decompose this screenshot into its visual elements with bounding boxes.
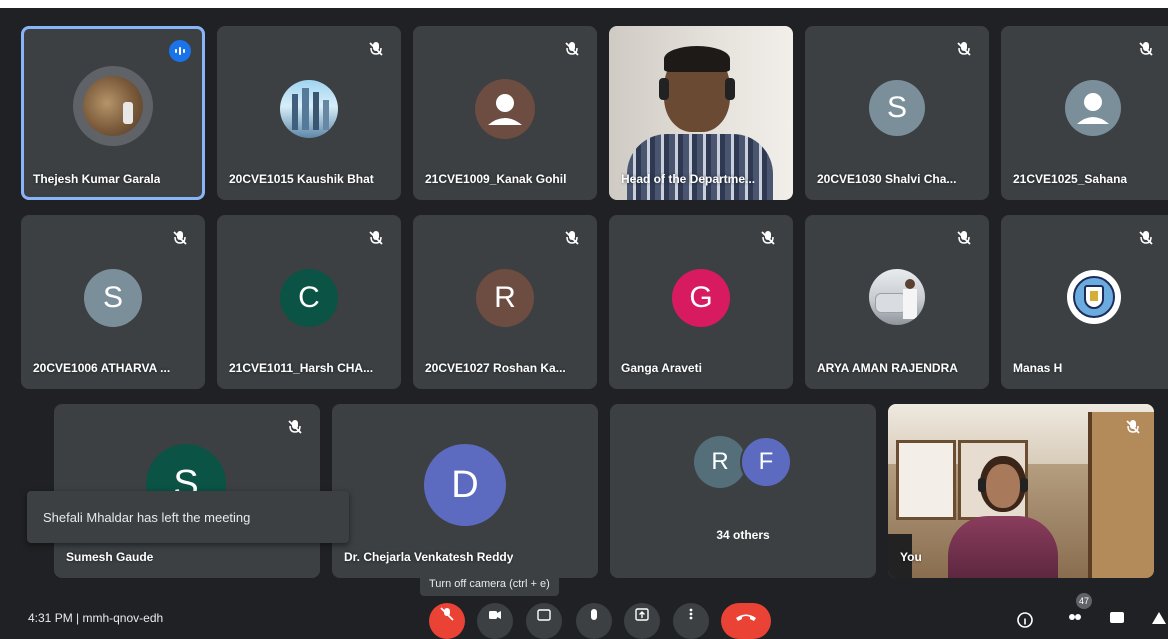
participant-tile[interactable]: G Ganga Araveti bbox=[609, 215, 793, 389]
initial-avatar: C bbox=[280, 269, 338, 327]
participant-name: 20CVE1015 Kaushik Bhat bbox=[229, 172, 374, 186]
meeting-info: 4:31 PM | mmh-qnov-edh bbox=[28, 611, 164, 625]
default-avatar-icon bbox=[475, 79, 535, 139]
mic-off-icon bbox=[565, 231, 579, 245]
club-crest-icon bbox=[1067, 270, 1121, 324]
hand-icon bbox=[591, 609, 597, 620]
participant-name: You bbox=[900, 550, 922, 564]
default-avatar-icon bbox=[1065, 80, 1121, 136]
speaking-indicator-icon bbox=[169, 40, 191, 62]
more-vert-icon bbox=[689, 608, 693, 620]
mic-off-icon bbox=[1139, 231, 1153, 245]
initial-avatar: S bbox=[869, 80, 925, 136]
participant-tile[interactable]: C 21CVE1011_Harsh CHA... bbox=[217, 215, 401, 389]
participant-tile[interactable]: Manas H bbox=[1001, 215, 1168, 389]
mic-off-icon bbox=[565, 42, 579, 56]
more-options-button[interactable] bbox=[673, 603, 709, 639]
initial-avatar: R bbox=[476, 269, 534, 327]
mic-off-icon bbox=[957, 42, 971, 56]
participant-tile[interactable]: S 20CVE1030 Shalvi Cha... bbox=[805, 26, 989, 200]
info-icon[interactable] bbox=[1016, 611, 1034, 629]
participant-name: Thejesh Kumar Garala bbox=[33, 172, 161, 186]
mic-off-icon bbox=[288, 420, 302, 434]
participant-name: Dr. Chejarla Venkatesh Reddy bbox=[344, 550, 514, 564]
mic-off-icon bbox=[1139, 42, 1153, 56]
mic-off-icon bbox=[761, 231, 775, 245]
participant-name: Ganga Araveti bbox=[621, 361, 702, 375]
participant-name: Manas H bbox=[1013, 361, 1063, 375]
chat-icon[interactable] bbox=[1108, 610, 1126, 628]
avatar-photo bbox=[73, 66, 153, 146]
tooltip-text: Turn off camera (ctrl + e) bbox=[429, 578, 550, 590]
initial-avatar: D bbox=[424, 444, 506, 526]
participant-name: Sumesh Gaude bbox=[66, 550, 154, 564]
participant-tile[interactable]: 21CVE1009_Kanak Gohil bbox=[413, 26, 597, 200]
camera-toggle-button[interactable] bbox=[477, 603, 513, 639]
participant-name: ARYA AMAN RAJENDRA bbox=[817, 361, 958, 375]
participant-name: 21CVE1025_Sahana bbox=[1013, 172, 1128, 186]
mic-off-icon bbox=[369, 42, 383, 56]
self-video-tile[interactable]: You bbox=[888, 404, 1154, 578]
participant-name: 20CVE1027 Roshan Ka... bbox=[425, 361, 566, 375]
others-tile[interactable]: R F 34 others bbox=[610, 404, 876, 578]
mic-off-icon bbox=[369, 231, 383, 245]
initial-avatar: S bbox=[84, 269, 142, 327]
participant-tile[interactable]: 21CVE1025_Sahana bbox=[1001, 26, 1168, 200]
initial-avatar: F bbox=[740, 436, 792, 488]
participant-tile[interactable]: S 20CVE1006 ATHARVA ... bbox=[21, 215, 205, 389]
camera-tooltip: Turn off camera (ctrl + e) bbox=[420, 572, 559, 596]
camera-icon bbox=[489, 611, 501, 619]
people-icon[interactable] bbox=[1066, 611, 1084, 629]
participant-tile[interactable]: R 20CVE1027 Roshan Ka... bbox=[413, 215, 597, 389]
mic-off-icon bbox=[1126, 420, 1140, 434]
raise-hand-button[interactable] bbox=[576, 603, 612, 639]
top-edge bbox=[0, 0, 1168, 8]
participant-name: 20CVE1030 Shalvi Cha... bbox=[817, 172, 957, 186]
meeting-notification: Shefali Mhaldar has left the meeting bbox=[27, 491, 349, 543]
participant-name: 21CVE1009_Kanak Gohil bbox=[425, 172, 567, 186]
participant-tile[interactable]: Thejesh Kumar Garala bbox=[21, 26, 205, 200]
mic-off-icon bbox=[957, 231, 971, 245]
present-icon bbox=[635, 608, 649, 621]
participant-name: 21CVE1011_Harsh CHA... bbox=[229, 361, 374, 375]
camera-video bbox=[888, 404, 1154, 578]
present-button[interactable] bbox=[624, 603, 660, 639]
mic-off-icon bbox=[440, 607, 454, 621]
avatar-photo bbox=[869, 269, 925, 325]
mic-toggle-button[interactable] bbox=[429, 603, 465, 639]
participant-name: 20CVE1006 ATHARVA ... bbox=[33, 361, 171, 375]
participant-count-badge: 47 bbox=[1076, 593, 1092, 609]
participant-tile[interactable]: 20CVE1015 Kaushik Bhat bbox=[217, 26, 401, 200]
captions-button[interactable] bbox=[526, 603, 562, 639]
participant-name: Head of the Departme... bbox=[621, 172, 756, 186]
leave-call-button[interactable] bbox=[721, 603, 771, 639]
avatar-photo bbox=[280, 80, 338, 138]
participant-tile[interactable]: ARYA AMAN RAJENDRA bbox=[805, 215, 989, 389]
initial-avatar: R bbox=[694, 436, 746, 488]
notification-text: Shefali Mhaldar has left the meeting bbox=[43, 509, 251, 525]
others-count: 34 others bbox=[716, 528, 770, 542]
participant-video-tile[interactable]: Head of the Departme... bbox=[609, 26, 793, 200]
initial-avatar: G bbox=[672, 269, 730, 327]
activities-icon[interactable] bbox=[1150, 610, 1168, 628]
mic-off-icon bbox=[173, 231, 187, 245]
participant-tile[interactable]: D Dr. Chejarla Venkatesh Reddy bbox=[332, 404, 598, 578]
captions-icon bbox=[537, 609, 551, 621]
